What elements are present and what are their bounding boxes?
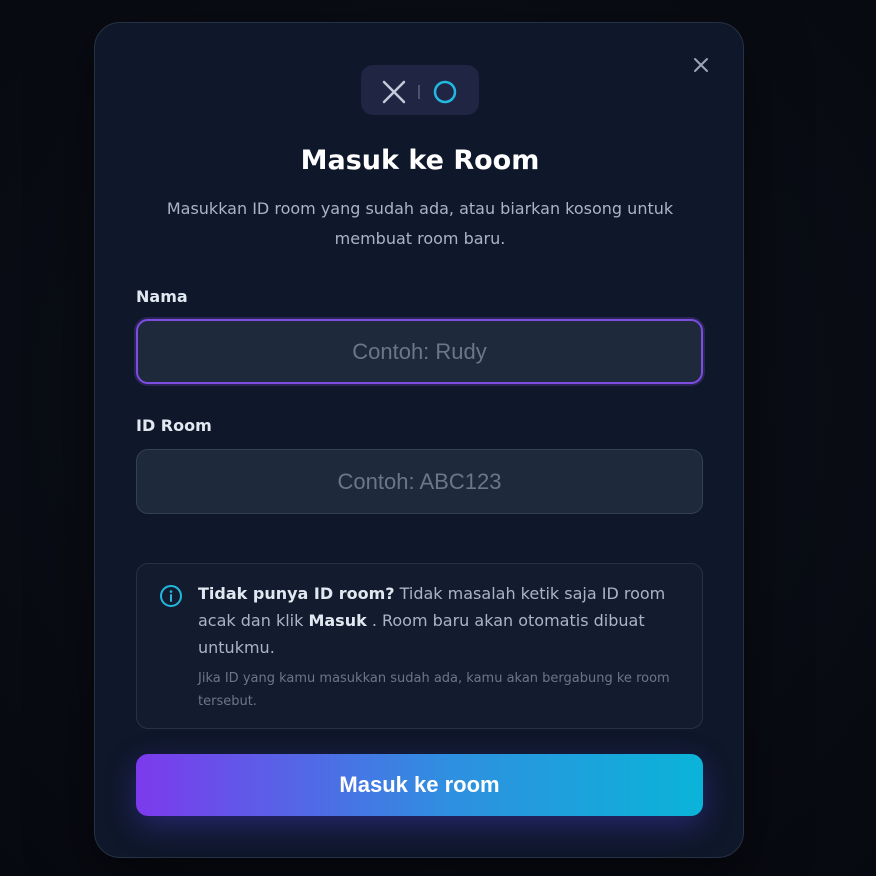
xo-logo-mark	[382, 80, 457, 104]
join-room-button[interactable]: Masuk ke room	[136, 754, 703, 816]
room-id-label: ID Room	[136, 416, 212, 435]
o-symbol-icon	[433, 80, 457, 104]
modal-subtitle: Masukkan ID room yang sudah ada, atau bi…	[166, 199, 674, 248]
app-logo	[361, 65, 479, 115]
info-icon	[160, 585, 182, 607]
name-label: Nama	[136, 287, 188, 306]
info-box: Tidak punya ID room? Tidak masalah ketik…	[136, 563, 703, 729]
x-symbol-icon	[382, 80, 406, 104]
info-action-word: Masuk	[308, 611, 367, 630]
room-id-input[interactable]	[136, 449, 703, 514]
info-text: Tidak punya ID room? Tidak masalah ketik…	[198, 580, 683, 661]
close-icon	[694, 58, 708, 72]
info-lead: Tidak punya ID room?	[198, 584, 395, 603]
page-backdrop: Masuk ke Room Masukkan ID room yang suda…	[0, 0, 876, 876]
join-room-modal: Masuk ke Room Masukkan ID room yang suda…	[94, 22, 744, 858]
name-input[interactable]	[136, 319, 703, 384]
close-button[interactable]	[691, 55, 711, 75]
modal-title: Masuk ke Room	[300, 145, 540, 176]
info-note: Jika ID yang kamu masukkan sudah ada, ka…	[198, 671, 670, 709]
